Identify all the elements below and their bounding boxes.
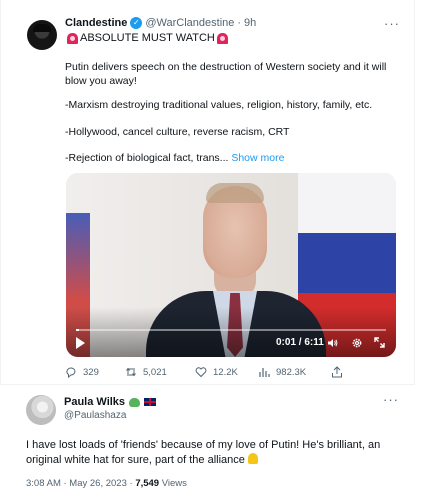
reply-timestamp[interactable]: 3:08 AM · May 26, 2023 ·	[26, 478, 135, 489]
more-options-icon[interactable]: ···	[384, 16, 400, 31]
separator: ·	[237, 17, 242, 29]
volume-icon[interactable]	[328, 338, 338, 348]
video-progress-fill	[76, 329, 80, 331]
tweet-paragraph: Putin delivers speech on the destruction…	[65, 61, 387, 87]
praying-hands-icon	[247, 452, 258, 464]
author-avatar[interactable]	[27, 20, 57, 50]
reply-views-label: Views	[161, 478, 187, 489]
siren-icon	[216, 32, 228, 44]
tweet-paragraph: -Marxism destroying traditional values, …	[65, 99, 373, 111]
retweet-icon	[126, 367, 136, 377]
verified-badge-icon: ✓	[130, 17, 143, 29]
retweet-count: 5,021	[143, 366, 167, 378]
tweet-time[interactable]: 9h	[244, 17, 256, 29]
retweet-action[interactable]: 5,021	[125, 366, 167, 378]
views-chart-icon	[259, 368, 270, 377]
reply-author-avatar[interactable]	[26, 395, 56, 425]
tweet-paragraph-text: -Rejection of biological fact, trans...	[65, 152, 229, 164]
reply-views-count: 7,549	[135, 478, 160, 489]
tweet-headline: ABSOLUTE MUST WATCH	[65, 32, 230, 44]
headline-text: ABSOLUTE MUST WATCH	[80, 32, 215, 44]
quoted-tweet[interactable]: Clandestine ✓ @WarClandestine · 9h ··· A…	[0, 0, 415, 385]
speaker-hair	[206, 183, 264, 203]
like-action[interactable]: 12.2K	[195, 366, 238, 378]
like-count: 12.2K	[213, 366, 238, 378]
tweet-paragraph-last: -Rejection of biological fact, trans... …	[65, 151, 395, 165]
play-icon[interactable]	[76, 337, 85, 349]
reply-text-block: I have lost loads of 'friends' because o…	[26, 438, 418, 467]
engagement-bar: 329 5,021 12.2K 982.3K	[65, 366, 395, 380]
reply-action[interactable]: 329	[65, 366, 99, 378]
uk-flag-icon	[144, 398, 157, 406]
tweet-header: Clandestine ✓ @WarClandestine · 9h	[65, 17, 256, 29]
share-action[interactable]	[331, 366, 343, 378]
views-count: 982.3K	[276, 366, 307, 378]
reply-text: I have lost loads of 'friends' because o…	[26, 439, 381, 466]
show-more-link[interactable]: Show more	[231, 152, 284, 164]
fullscreen-icon[interactable]	[374, 337, 385, 348]
frog-emoji-icon	[129, 397, 141, 407]
views-action[interactable]: 982.3K	[258, 366, 306, 378]
heart-icon	[195, 367, 207, 378]
more-options-icon[interactable]: ···	[383, 392, 399, 407]
video-time-readout: 0:01 / 6:11	[276, 337, 324, 348]
author-handle[interactable]: @WarClandestine	[145, 17, 234, 29]
reply-author-handle[interactable]: @Paulashaza	[64, 410, 126, 421]
share-icon	[332, 366, 342, 378]
reply-count: 329	[83, 366, 99, 378]
siren-icon	[67, 32, 78, 44]
reply-tweet[interactable]: Paula Wilks @Paulashaza ··· I have lost …	[0, 385, 431, 500]
flag-stripe-white	[298, 173, 396, 233]
reply-author-name[interactable]: Paula Wilks	[64, 396, 125, 408]
settings-gear-icon[interactable]	[351, 337, 363, 349]
video-player[interactable]: 0:01 / 6:11	[66, 173, 396, 357]
reply-meta: 3:08 AM · May 26, 2023 · 7,549 Views	[26, 478, 187, 489]
reply-icon	[66, 367, 76, 378]
controls-overlay	[66, 307, 396, 357]
reply-author-name-row: Paula Wilks	[64, 396, 157, 408]
flag-stripe-blue	[298, 233, 396, 293]
author-name[interactable]: Clandestine	[65, 17, 127, 29]
video-progress-bar[interactable]	[76, 329, 386, 331]
tweet-paragraph: -Hollywood, cancel culture, reverse raci…	[65, 126, 290, 138]
